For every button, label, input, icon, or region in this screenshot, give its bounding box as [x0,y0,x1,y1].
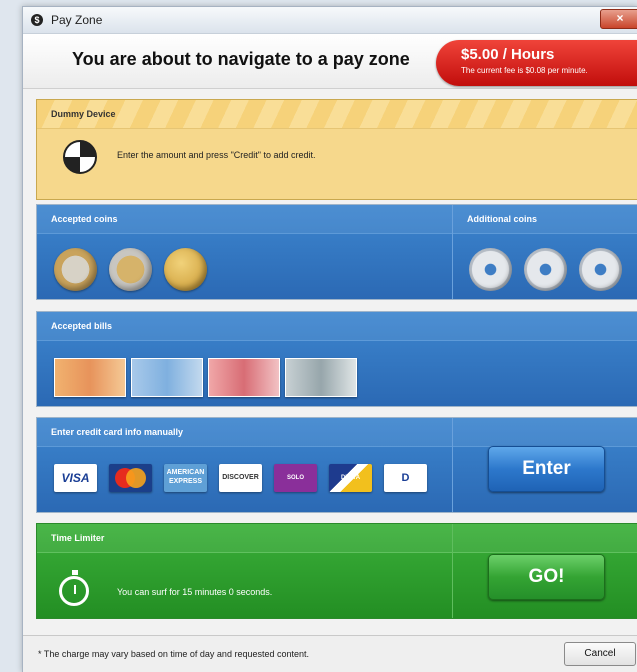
delta-logo-icon: DELTA [329,464,372,492]
timer-divider [452,524,453,618]
stopwatch-icon [59,570,89,606]
window-title: Pay Zone [51,13,103,27]
header: You are about to navigate to a pay zone … [23,34,637,89]
charge-disclaimer: * The charge may vary based on time of d… [38,649,309,659]
dollar-app-icon: $ [31,14,43,26]
device-message: Enter the amount and press "Credit" to a… [117,150,316,160]
page-title: You are about to navigate to a pay zone [72,49,410,69]
amex-logo-icon: AMERICAN EXPRESS [164,464,207,492]
fee-badge: $5.00 / Hours The current fee is $0.08 p… [436,40,637,86]
fifty-cent-coin-icon [164,248,207,291]
footer: * The charge may vary based on time of d… [23,635,637,672]
pay-zone-window: $ Pay Zone × You are about to navigate t… [22,6,637,672]
enter-button[interactable]: Enter [488,446,605,492]
five-euro-bill-icon [285,358,357,397]
coins-panel: Accepted coins Additional coins [36,204,637,300]
discover-logo-icon: DISCOVER [219,464,262,492]
fee-rate: $5.00 / Hours [461,46,555,63]
bills-panel: Accepted bills [36,311,637,407]
visa-logo-icon: VISA [54,464,97,492]
credit-card-panel: Enter credit card info manually VISA AME… [36,417,637,513]
token-coin-icon [469,248,512,291]
cancel-button[interactable]: Cancel [564,642,636,666]
accepted-bills-label: Accepted bills [37,312,637,341]
title-bar: $ Pay Zone × [23,7,637,34]
go-button[interactable]: GO! [488,554,605,600]
ten-euro-bill-icon [208,358,280,397]
credit-card-label: Enter credit card info manually [37,418,637,447]
accepted-coins-label: Accepted coins [37,205,637,234]
time-limit-message: You can surf for 15 minutes 0 seconds. [117,587,273,597]
one-euro-coin-icon [109,248,152,291]
fifty-euro-bill-icon [54,358,126,397]
token-coin-icon [579,248,622,291]
solo-logo-icon: SOLO [274,464,317,492]
close-button[interactable]: × [600,9,637,29]
fee-note: The current fee is $0.08 per minute. [461,66,588,75]
mastercard-logo-icon [109,464,152,492]
coins-divider [452,205,453,299]
time-limiter-panel: Time Limiter You can surf for 15 minutes… [36,523,637,619]
diners-club-logo-icon: D [384,464,427,492]
time-limiter-label: Time Limiter [37,524,637,553]
device-panel: Dummy Device Enter the amount and press … [36,99,637,200]
two-euro-coin-icon [54,248,97,291]
twenty-euro-bill-icon [131,358,203,397]
additional-coins-label: Additional coins [467,214,538,224]
dummy-device-icon [63,140,97,174]
device-title: Dummy Device [37,100,637,129]
token-coin-icon [524,248,567,291]
card-divider [452,418,453,512]
